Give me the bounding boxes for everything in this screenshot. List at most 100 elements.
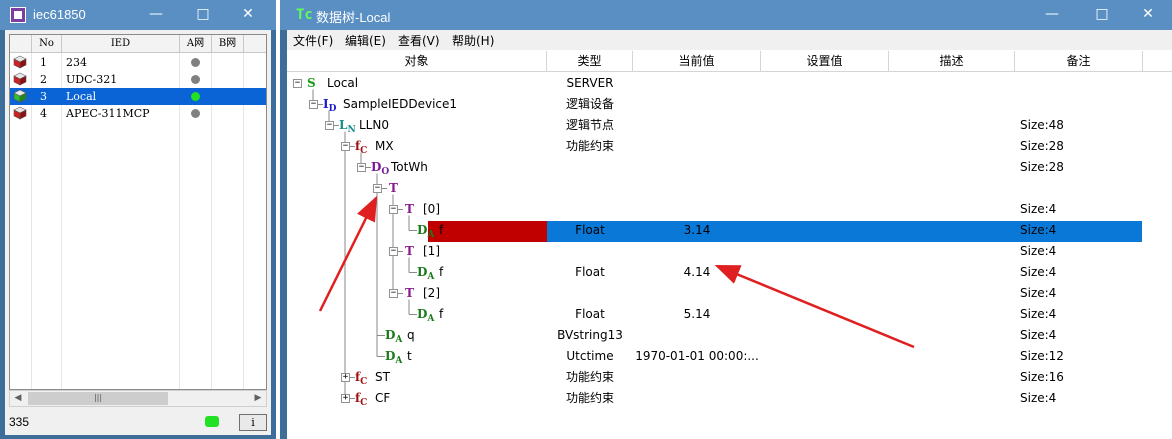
tree-node-totwh[interactable]: − DO TotWh Size:28 — [287, 157, 1172, 178]
node-type — [547, 157, 633, 178]
header-a-net[interactable]: A网 — [180, 35, 212, 53]
ied-row-no: 2 — [40, 73, 47, 86]
header-no[interactable]: No — [32, 35, 62, 53]
node-type-icon: LN — [339, 118, 356, 135]
close-button[interactable]: ✕ — [226, 0, 270, 30]
tree-node-f[interactable]: DA f Float 3.14 Size:4 — [287, 220, 1172, 241]
info-button[interactable]: i — [239, 414, 267, 431]
status-offline-icon — [191, 109, 200, 118]
data-tree: − S Local SERVER − ID SampleIEDDevice1 逻辑设备 − LN L… — [287, 73, 1172, 439]
node-type-icon: DA — [385, 349, 403, 366]
scroll-thumb[interactable]: ||| — [28, 392, 168, 405]
tree-node-cf[interactable]: + fC CF 功能约束 Size:4 — [287, 388, 1172, 409]
col-description[interactable]: 描述 — [889, 51, 1015, 72]
node-note: Size:48 — [1020, 118, 1064, 132]
node-current-value: 4.14 — [683, 265, 711, 279]
tree-node-0[interactable]: − T [0] Size:4 — [287, 199, 1172, 220]
node-note: Size:4 — [1020, 223, 1057, 237]
collapse-minus-icon[interactable]: − — [389, 247, 398, 256]
node-current-value — [633, 325, 761, 346]
collapse-minus-icon[interactable]: − — [373, 184, 382, 193]
scroll-right-icon[interactable]: ▶ — [250, 391, 266, 406]
tree-node-sampleieddevice1[interactable]: − ID SampleIEDDevice1 逻辑设备 — [287, 94, 1172, 115]
tree-node-t[interactable]: DA t Utctime 1970-01-01 00:00:... Size:12 — [287, 346, 1172, 367]
menu-view[interactable]: 查看(V) — [398, 32, 440, 49]
header-spacer — [10, 35, 32, 53]
header-ied[interactable]: IED — [62, 35, 180, 53]
tree-node-mag[interactable]: − Tmag Size:12 — [287, 178, 1172, 199]
node-current-value — [633, 178, 761, 199]
ied-row-name: 234 — [66, 56, 87, 69]
node-type-icon: T — [405, 244, 414, 258]
node-name: f — [439, 265, 444, 279]
tree-node-2[interactable]: − T [2] Size:4 — [287, 283, 1172, 304]
node-current-value: 1970-01-01 00:00:... — [635, 349, 759, 363]
node-type: Float — [575, 265, 605, 279]
col-set-value[interactable]: 设置值 — [761, 51, 889, 72]
node-type-icon: S — [307, 76, 316, 90]
node-note: Size:4 — [1020, 286, 1057, 300]
col-object[interactable]: 对象 — [287, 51, 547, 72]
node-type-icon: T — [405, 202, 414, 216]
node-type-icon: DO — [371, 160, 390, 177]
menu-edit[interactable]: 编辑(E) — [345, 32, 386, 49]
node-note: Size:28 — [1020, 139, 1064, 153]
tree-node-q[interactable]: DA q BVstring13 Size:4 — [287, 325, 1172, 346]
tree-node-st[interactable]: + fC ST 功能约束 Size:16 — [287, 367, 1172, 388]
node-current-value — [633, 115, 761, 136]
collapse-minus-icon[interactable]: − — [309, 100, 318, 109]
horizontal-scrollbar[interactable]: ◀ ||| ▶ — [9, 390, 267, 407]
right-titlebar[interactable]: Tc 数据树-Local — □ ✕ — [280, 0, 1172, 30]
tree-node-mx[interactable]: − fC MX 功能约束 Size:28 — [287, 136, 1172, 157]
maximize-button[interactable]: □ — [1080, 0, 1124, 30]
scroll-left-icon[interactable]: ◀ — [10, 391, 26, 406]
node-type: Utctime — [566, 349, 614, 363]
node-current-value — [633, 73, 761, 94]
collapse-minus-icon[interactable]: − — [389, 205, 398, 214]
data-tree-window: Tc 数据树-Local — □ ✕ 文件(F) 编辑(E) 查看(V) 帮助(… — [280, 0, 1172, 439]
col-type[interactable]: 类型 — [547, 51, 633, 72]
maximize-button[interactable]: □ — [181, 0, 225, 30]
collapse-minus-icon[interactable]: − — [357, 163, 366, 172]
device-offline-icon — [13, 106, 27, 120]
ied-row[interactable]: 3 Local — [10, 88, 266, 105]
node-current-value: 5.14 — [683, 307, 711, 321]
right-client: 文件(F) 编辑(E) 查看(V) 帮助(H) 对象 类型 当前值 设置值 描述… — [287, 30, 1172, 439]
node-name: f — [439, 307, 444, 321]
node-type-icon: fC — [355, 391, 368, 408]
tree-node-lln0[interactable]: − LN LLN0 逻辑节点 Size:48 — [287, 115, 1172, 136]
col-current-value[interactable]: 当前值 — [633, 51, 761, 72]
minimize-button[interactable]: — — [1030, 0, 1074, 30]
tree-node-f[interactable]: DA f Float 5.14 Size:4 — [287, 304, 1172, 325]
tree-node-1[interactable]: − T [1] Size:4 — [287, 241, 1172, 262]
node-type — [547, 283, 633, 304]
node-type-icon: fC — [355, 370, 368, 387]
expand-plus-icon[interactable]: + — [341, 373, 350, 382]
device-offline-icon — [13, 55, 27, 69]
node-note: Size:4 — [1020, 265, 1057, 279]
node-type: BVstring13 — [557, 328, 623, 342]
node-name: q — [407, 328, 415, 342]
collapse-minus-icon[interactable]: − — [341, 142, 350, 151]
collapse-minus-icon[interactable]: − — [293, 79, 302, 88]
close-button[interactable]: ✕ — [1126, 0, 1170, 30]
menu-help[interactable]: 帮助(H) — [452, 32, 494, 49]
node-note — [1020, 73, 1140, 94]
menu-file[interactable]: 文件(F) — [293, 32, 333, 49]
minimize-button[interactable]: — — [134, 0, 178, 30]
ied-table-header: No IED A网 B网 — [10, 35, 266, 53]
collapse-minus-icon[interactable]: − — [325, 121, 334, 130]
ied-row[interactable]: 4 APEC-311MCP — [10, 105, 266, 122]
collapse-minus-icon[interactable]: − — [389, 289, 398, 298]
header-b-net[interactable]: B网 — [212, 35, 244, 53]
tree-node-f[interactable]: DA f Float 4.14 Size:4 — [287, 262, 1172, 283]
node-type-icon: DA — [417, 223, 435, 240]
connection-led-icon — [205, 416, 219, 427]
node-type-icon: DA — [417, 307, 435, 324]
left-titlebar[interactable]: iec61850 — □ ✕ — [0, 0, 276, 30]
expand-plus-icon[interactable]: + — [341, 394, 350, 403]
tree-node-local[interactable]: − S Local SERVER — [287, 73, 1172, 94]
col-note[interactable]: 备注 — [1015, 51, 1143, 72]
ied-row[interactable]: 2 UDC-321 — [10, 71, 266, 88]
ied-row[interactable]: 1 234 — [10, 54, 266, 71]
